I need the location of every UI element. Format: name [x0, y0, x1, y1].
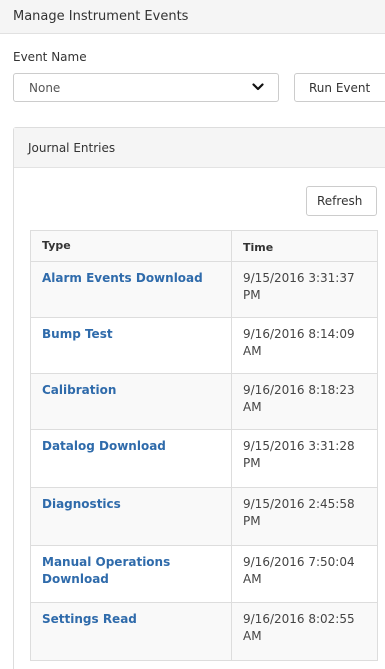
event-time: 9/16/2016 8:02:55 AM [231, 603, 377, 660]
event-type-link[interactable]: Alarm Events Download [42, 271, 203, 285]
event-time: 9/16/2016 7:50:04 AM [231, 546, 377, 602]
event-type-link[interactable]: Manual Operations Download [42, 555, 170, 586]
page-title: Manage Instrument Events [13, 9, 189, 24]
journal-entries-header: Journal Entries [14, 128, 385, 168]
event-name-select-value: None [29, 81, 61, 95]
event-time: 9/15/2016 3:31:28 PM [231, 430, 377, 487]
manage-instrument-events-page: Manage Instrument Events Event Name None… [0, 0, 385, 669]
event-type-link[interactable]: Datalog Download [42, 439, 166, 453]
page-header: Manage Instrument Events [0, 0, 385, 34]
column-header-time[interactable]: Time [231, 231, 377, 261]
event-name-select[interactable]: None [13, 73, 279, 102]
table-row: Calibration 9/16/2016 8:18:23 AM [31, 373, 377, 429]
event-name-label: Event Name [13, 50, 87, 64]
table-row: Diagnostics 9/15/2016 2:45:58 PM [31, 487, 377, 545]
journal-entries-title: Journal Entries [28, 141, 116, 155]
journal-entries-table: Type Time Alarm Events Download 9/15/201… [30, 230, 378, 661]
refresh-button-label: Refresh [317, 194, 363, 208]
chevron-down-icon [252, 83, 264, 91]
refresh-button[interactable]: Refresh [306, 186, 377, 216]
journal-entries-panel: Journal Entries Refresh Type Time Alarm … [13, 127, 385, 669]
event-type-link[interactable]: Settings Read [42, 612, 137, 626]
event-time: 9/15/2016 2:45:58 PM [231, 488, 377, 545]
table-header-row: Type Time [31, 231, 377, 261]
table-row: Datalog Download 9/15/2016 3:31:28 PM [31, 429, 377, 487]
event-time: 9/15/2016 3:31:37 PM [231, 262, 377, 317]
run-event-button[interactable]: Run Event [294, 73, 385, 102]
column-header-type[interactable]: Type [31, 231, 231, 261]
event-type-link[interactable]: Diagnostics [42, 497, 121, 511]
event-type-link[interactable]: Calibration [42, 383, 116, 397]
event-time: 9/16/2016 8:14:09 AM [231, 318, 377, 373]
table-row: Manual Operations Download 9/16/2016 7:5… [31, 545, 377, 602]
event-time: 9/16/2016 8:18:23 AM [231, 374, 377, 429]
run-event-button-label: Run Event [309, 81, 371, 95]
event-type-link[interactable]: Bump Test [42, 327, 113, 341]
table-row: Alarm Events Download 9/15/2016 3:31:37 … [31, 261, 377, 317]
table-row: Bump Test 9/16/2016 8:14:09 AM [31, 317, 377, 373]
table-row: Settings Read 9/16/2016 8:02:55 AM [31, 602, 377, 660]
